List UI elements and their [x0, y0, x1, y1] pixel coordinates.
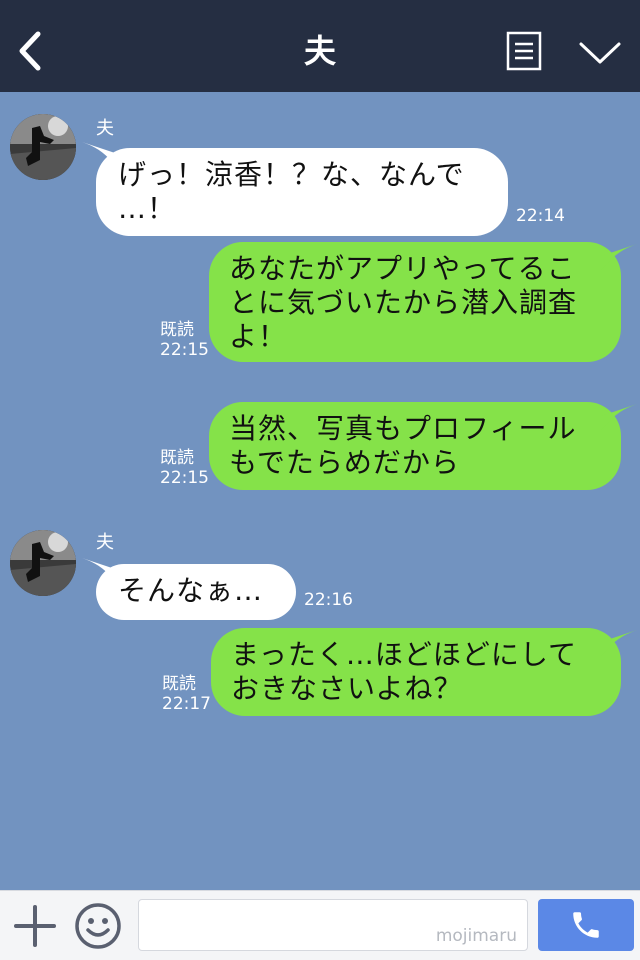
outgoing-bubble[interactable]: 当然、写真もプロフィール もでたらめだから	[209, 402, 637, 490]
sender-name: 夫	[96, 532, 114, 553]
message-time: 22:17	[162, 694, 211, 714]
watermark: mojimaru	[435, 926, 517, 946]
chat-header: 夫	[0, 0, 640, 92]
read-label: 既読	[162, 674, 196, 694]
emoji-icon[interactable]	[74, 902, 122, 950]
message-line: …！	[118, 192, 177, 225]
read-receipt: 既読 22:15	[160, 448, 209, 488]
message-line: おきなさいよね？	[231, 672, 463, 705]
outgoing-bubble[interactable]: まったく…ほどほどにして おきなさいよね？	[211, 628, 637, 716]
message-line: とに気づいたから潜入調査	[229, 286, 578, 319]
sender-name: 夫	[96, 118, 114, 139]
message-line: そんなぁ…	[118, 574, 264, 607]
call-button[interactable]	[538, 899, 634, 951]
read-receipt: 既読 22:15	[160, 320, 209, 360]
incoming-bubble[interactable]: そんなぁ…	[82, 558, 296, 620]
notes-icon[interactable]	[506, 31, 542, 71]
avatar[interactable]	[10, 530, 76, 596]
message-line: あなたがアプリやってるこ	[229, 252, 576, 285]
message-input[interactable]: mojimaru	[138, 899, 528, 951]
message-time: 22:15	[160, 340, 209, 360]
outgoing-bubble[interactable]: あなたがアプリやってるこ とに気づいたから潜入調査 よ！	[209, 242, 637, 362]
avatar-photo-icon	[10, 530, 76, 596]
read-receipt: 既読 22:17	[162, 674, 211, 714]
incoming-bubble[interactable]: げっ！涼香！？な、なんで …！	[82, 142, 508, 236]
message-line: 当然、写真もプロフィール	[229, 412, 577, 445]
message-time: 22:16	[304, 590, 353, 610]
read-label: 既読	[160, 320, 194, 340]
phone-icon	[573, 912, 599, 938]
plus-icon[interactable]	[14, 905, 56, 947]
message-line: げっ！涼香！？な、なんで	[118, 158, 465, 191]
read-label: 既読	[160, 448, 194, 468]
chat-title: 夫	[303, 32, 336, 70]
avatar-photo-icon	[10, 114, 76, 180]
chevron-down-icon[interactable]	[578, 38, 622, 68]
message-line: まったく…ほどほどにして	[231, 638, 578, 671]
message-line: よ！	[229, 320, 288, 353]
message-line: もでたらめだから	[229, 446, 460, 479]
avatar[interactable]	[10, 114, 76, 180]
input-bar: mojimaru	[0, 890, 640, 960]
message-time: 22:15	[160, 468, 209, 488]
message-time: 22:14	[516, 206, 565, 226]
chat-area[interactable]: 夫 げっ！涼香！？な、なんで …！ 22:14 既読 22:15 あなたがアプリ…	[0, 92, 640, 890]
